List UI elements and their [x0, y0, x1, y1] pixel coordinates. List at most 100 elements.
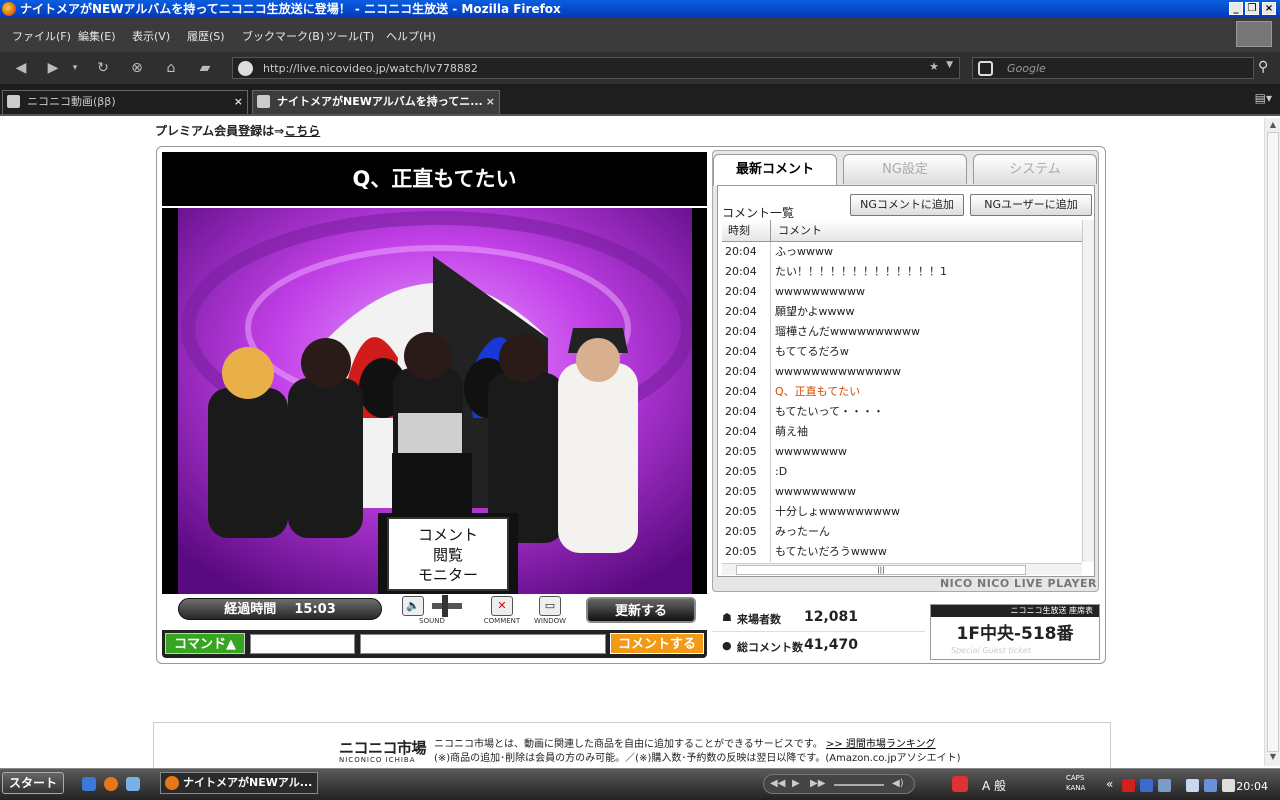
- rewind-icon[interactable]: ◀◀: [770, 778, 785, 789]
- ime-mode[interactable]: A 般: [982, 777, 1006, 794]
- bookmark-toolbar-icon[interactable]: ▰: [194, 59, 216, 77]
- display-tray-icon[interactable]: [1204, 779, 1217, 792]
- refresh-button[interactable]: 更新する: [586, 597, 696, 623]
- drive-tray-icon[interactable]: [1158, 779, 1171, 792]
- comment-row[interactable]: 20:04 たい！！！！！！！！！！！！！1: [722, 262, 1082, 282]
- volume-icon[interactable]: ◀): [892, 778, 904, 789]
- url-dropdown-icon[interactable]: ▼: [946, 60, 953, 70]
- search-go-icon[interactable]: ⚲: [1258, 59, 1268, 75]
- url-bar[interactable]: http://live.nicovideo.jp/watch/lv778882 …: [232, 57, 960, 79]
- scroll-thumb[interactable]: [1267, 132, 1279, 752]
- menu-tools[interactable]: ツール(T): [326, 28, 374, 44]
- comment-row[interactable]: 20:05 wwwwwwww: [722, 442, 1082, 462]
- comment-row[interactable]: 20:04 願望かよwwww: [722, 302, 1082, 322]
- minimize-button[interactable]: _: [1229, 2, 1243, 15]
- show-desktop-icon[interactable]: [82, 777, 96, 791]
- tray-expand-icon[interactable]: «: [1106, 777, 1113, 791]
- comment-list-hscrollbar[interactable]: |||: [722, 563, 1082, 575]
- media-seek-slider[interactable]: [834, 784, 884, 786]
- menu-file[interactable]: ファイル(F): [12, 28, 71, 44]
- history-dropdown-icon[interactable]: ▾: [68, 59, 82, 77]
- media-quicklaunch-icon[interactable]: [126, 777, 140, 791]
- hscroll-thumb[interactable]: |||: [736, 565, 1026, 575]
- comment-row[interactable]: 20:04 Q、正直もてたい: [722, 382, 1082, 402]
- taskbar-clock[interactable]: 20:04: [1236, 780, 1268, 793]
- network-tray-icon[interactable]: [1140, 779, 1153, 792]
- window-button[interactable]: ▭ WINDOW: [532, 596, 568, 625]
- device-tray-icon[interactable]: [1186, 779, 1199, 792]
- ng-user-button[interactable]: NGユーザーに追加: [970, 194, 1092, 216]
- tab-nightmare-live[interactable]: ナイトメアがNEWアルバムを持ってニ... ×: [252, 90, 500, 114]
- tab-close-icon[interactable]: ×: [486, 91, 495, 113]
- comment-time: 20:05: [725, 445, 757, 458]
- comment-row[interactable]: 20:04 wwwwwwwwww: [722, 282, 1082, 302]
- volume-handle[interactable]: [441, 594, 448, 617]
- video-stream[interactable]: コメント 閲覧 モニター: [162, 208, 707, 594]
- menu-help[interactable]: ヘルプ(H): [386, 28, 436, 44]
- ichiba-description: ニコニコ市場とは、動画に関連した商品を自由に追加することができるサービスです。 …: [434, 739, 936, 750]
- page-scrollbar[interactable]: ▲ ▼: [1264, 118, 1280, 766]
- forward-icon[interactable]: ▶▶: [810, 778, 825, 789]
- comment-row[interactable]: 20:05 もてたいだろうwwww: [722, 542, 1082, 562]
- start-button[interactable]: スタート: [2, 772, 64, 794]
- bookmark-star-icon[interactable]: ★: [929, 60, 939, 73]
- menu-edit[interactable]: 編集(E): [78, 28, 116, 44]
- command-input[interactable]: [250, 634, 355, 654]
- col-comment-header[interactable]: コメント: [778, 222, 822, 238]
- ime-bar: A 般 CAPS KANA: [950, 772, 1090, 796]
- tab-list-icon[interactable]: ▤▾: [1255, 91, 1272, 105]
- comment-toggle-button[interactable]: ✕ COMMENT: [480, 596, 524, 625]
- forward-icon[interactable]: ▶: [42, 59, 64, 77]
- comment-text: 瑠樺さんだwwwwwwwwww: [775, 325, 920, 338]
- tab-close-icon[interactable]: ×: [234, 91, 243, 113]
- comment-row[interactable]: 20:04 wwwwwwwwwwwwww: [722, 362, 1082, 382]
- tab-latest-comments[interactable]: 最新コメント: [713, 154, 837, 186]
- sound-control[interactable]: 🔈 SOUND: [400, 594, 464, 625]
- comment-row[interactable]: 20:05 wwwwwwwww: [722, 482, 1082, 502]
- comment-input[interactable]: [360, 634, 606, 654]
- player-controls: 経過時間 15:03 🔈 SOUND ✕ COMMENT ▭ WINDOW 更新…: [162, 594, 707, 630]
- comment-row[interactable]: 20:04 もてたいって・・・・: [722, 402, 1082, 422]
- comment-list-scrollbar[interactable]: [1082, 220, 1094, 562]
- menu-bookmarks[interactable]: ブックマーク(B): [242, 28, 324, 44]
- firefox-quicklaunch-icon[interactable]: [104, 777, 118, 791]
- menu-history[interactable]: 履歴(S): [187, 28, 225, 44]
- taskbar: スタート ナイトメアがNEWアル... ◀◀ ▶ ▶▶ ◀) A 般 CAPS …: [0, 768, 1280, 800]
- security-tray-icon[interactable]: [1122, 779, 1135, 792]
- close-window-button[interactable]: ×: [1262, 2, 1276, 15]
- tab-ng-settings[interactable]: NG設定: [843, 154, 967, 184]
- reload-icon[interactable]: ↻: [92, 59, 114, 77]
- volume-slider[interactable]: [431, 594, 462, 617]
- comment-row[interactable]: 20:05:D: [722, 462, 1082, 482]
- comment-row[interactable]: 20:04 瑠樺さんだwwwwwwwwww: [722, 322, 1082, 342]
- scroll-down-icon[interactable]: ▼: [1267, 752, 1279, 764]
- stop-icon[interactable]: ⊗: [126, 59, 148, 77]
- url-text: http://live.nicovideo.jp/watch/lv778882: [263, 62, 478, 75]
- taskbar-firefox-item[interactable]: ナイトメアがNEWアル...: [160, 772, 318, 794]
- comment-row[interactable]: 20:04 萌え袖: [722, 422, 1082, 442]
- comment-row[interactable]: 20:05 十分しょwwwwwwwww: [722, 502, 1082, 522]
- tab-system[interactable]: システム: [973, 154, 1097, 184]
- comment-row[interactable]: 20:05 みったーん: [722, 522, 1082, 542]
- restore-button[interactable]: ❐: [1245, 2, 1259, 15]
- play-icon[interactable]: ▶: [792, 778, 800, 789]
- search-engine-icon[interactable]: [978, 61, 993, 76]
- command-button[interactable]: コマンド▲: [165, 633, 245, 654]
- comment-send-button[interactable]: コメントする: [610, 633, 704, 654]
- speaker-icon[interactable]: 🔈: [402, 596, 425, 616]
- col-time-header[interactable]: 時刻: [728, 222, 750, 238]
- comment-row[interactable]: 20:04 ふっwwww: [722, 242, 1082, 262]
- speaker-tray-icon[interactable]: [1222, 779, 1235, 792]
- scroll-up-icon[interactable]: ▲: [1267, 120, 1279, 132]
- search-input[interactable]: Google: [972, 57, 1254, 79]
- ime-icon[interactable]: [952, 776, 968, 792]
- tab-niconico-douga[interactable]: ニコニコ動画(ββ) ×: [2, 90, 248, 114]
- menu-view[interactable]: 表示(V): [132, 28, 170, 44]
- home-icon[interactable]: ⌂: [160, 59, 182, 77]
- back-icon[interactable]: ◀: [10, 59, 32, 77]
- media-player-controls[interactable]: ◀◀ ▶ ▶▶ ◀): [763, 774, 915, 794]
- premium-link[interactable]: こちら: [284, 124, 320, 138]
- search-placeholder: Google: [1007, 62, 1046, 75]
- comment-row[interactable]: 20:04 もててるだろw: [722, 342, 1082, 362]
- ng-comment-button[interactable]: NGコメントに追加: [850, 194, 964, 216]
